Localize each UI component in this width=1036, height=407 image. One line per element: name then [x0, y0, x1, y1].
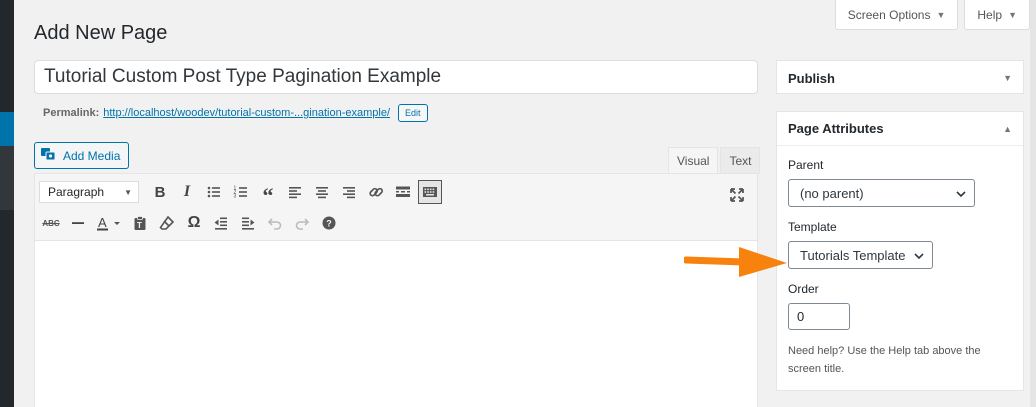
permalink-label: Permalink: [43, 107, 100, 119]
toolbar-row-2: ABC A T Ω ? [39, 211, 341, 235]
chevron-down-icon [914, 248, 924, 263]
toolbar-row-1: Paragraph ▼ B I 123 “ [39, 180, 442, 208]
blockquote-icon[interactable]: “ [256, 180, 280, 208]
page-edge [1030, 0, 1036, 407]
tab-text[interactable]: Text [720, 147, 761, 174]
caret-down-icon: ▼ [1008, 9, 1017, 20]
align-right-icon[interactable] [337, 180, 361, 204]
toolbar-toggle-icon[interactable] [418, 180, 442, 204]
caret-down-icon: ▼ [936, 9, 946, 20]
align-left-icon[interactable] [283, 180, 307, 204]
orange-arrow-annotation [684, 247, 787, 277]
strikethrough-icon[interactable]: ABC [39, 211, 63, 235]
svg-text:A: A [98, 215, 107, 230]
publish-box-title: Publish [788, 70, 835, 86]
svg-text:3: 3 [234, 194, 237, 200]
horizontal-line-icon[interactable] [66, 211, 90, 235]
edit-permalink-button[interactable]: Edit [398, 104, 428, 122]
page-attributes-title: Page Attributes [788, 121, 884, 136]
page-attributes-body: Parent (no parent) Template Tutorials Te… [777, 146, 1023, 390]
help-button[interactable]: Help ▼ [964, 0, 1030, 30]
svg-text:T: T [137, 221, 142, 230]
template-select[interactable]: Tutorials Template [788, 241, 933, 269]
parent-select-value: (no parent) [800, 185, 864, 201]
tab-visual[interactable]: Visual [668, 147, 719, 174]
admin-submenu [0, 146, 14, 210]
indent-icon[interactable] [236, 211, 260, 235]
format-select[interactable]: Paragraph ▼ [39, 181, 139, 203]
publish-box: Publish ▼ [776, 60, 1024, 94]
post-title-input[interactable]: Tutorial Custom Post Type Pagination Exa… [34, 60, 758, 94]
template-select-value: Tutorials Template [800, 247, 906, 263]
order-label: Order [788, 282, 819, 296]
screen-options-button[interactable]: Screen Options ▼ [834, 0, 959, 30]
chevron-down-icon: ▼ [124, 187, 132, 197]
caret-down-icon[interactable]: ▼ [1003, 73, 1012, 83]
parent-label: Parent [788, 158, 824, 172]
bullet-list-icon[interactable] [202, 180, 226, 204]
publish-box-header[interactable]: Publish ▼ [777, 61, 1023, 95]
permalink-row: Permalink: http://localhost/woodev/tutor… [43, 104, 428, 122]
svg-text:?: ? [326, 219, 332, 229]
clear-formatting-icon[interactable] [155, 211, 179, 235]
editor-mode-tabs: Visual Text [668, 147, 761, 174]
add-media-label: Add Media [63, 148, 121, 163]
screen-meta-links: Screen Options ▼ Help ▼ [834, 0, 1030, 30]
page-title: Add New Page [34, 22, 168, 44]
bold-icon[interactable]: B [148, 180, 172, 204]
order-input[interactable]: 0 [788, 303, 850, 330]
page-attributes-header[interactable]: Page Attributes ▲ [777, 112, 1023, 146]
italic-icon[interactable]: I [175, 180, 199, 204]
help-label: Help [977, 7, 1003, 22]
screen-options-label: Screen Options [847, 7, 931, 22]
admin-menu [0, 0, 21, 407]
admin-menu-current-item[interactable] [0, 112, 21, 146]
read-more-icon[interactable] [391, 180, 415, 204]
chevron-down-icon [956, 186, 966, 201]
help-text: Need help? Use the Help tab above the sc… [788, 345, 981, 375]
keyboard-shortcuts-icon[interactable]: ? [317, 211, 341, 235]
special-character-icon[interactable]: Ω [182, 211, 206, 235]
add-media-button[interactable]: Add Media [34, 142, 130, 169]
page-attributes-box: Page Attributes ▲ Parent (no parent) Tem… [776, 111, 1024, 391]
redo-icon[interactable] [290, 211, 314, 235]
editor-toolbar: Paragraph ▼ B I 123 “ ABC A T Ω ? [35, 174, 757, 241]
outdent-icon[interactable] [209, 211, 233, 235]
parent-select[interactable]: (no parent) [788, 179, 975, 207]
paste-text-icon[interactable]: T [128, 211, 152, 235]
media-icon [41, 147, 57, 164]
permalink-link[interactable]: http://localhost/woodev/tutorial-custom-… [103, 107, 390, 119]
caret-up-icon[interactable]: ▲ [1003, 124, 1012, 134]
format-select-value: Paragraph [48, 185, 105, 199]
undo-icon[interactable] [263, 211, 287, 235]
content-editor: Paragraph ▼ B I 123 “ ABC A T Ω ? [34, 173, 758, 407]
text-color-icon[interactable]: A [93, 211, 125, 235]
fullscreen-icon[interactable] [725, 183, 749, 207]
align-center-icon[interactable] [310, 180, 334, 204]
numbered-list-icon[interactable]: 123 [229, 180, 253, 204]
link-icon[interactable] [364, 180, 388, 204]
editor-content-area[interactable] [35, 241, 757, 407]
template-label: Template [788, 220, 837, 234]
